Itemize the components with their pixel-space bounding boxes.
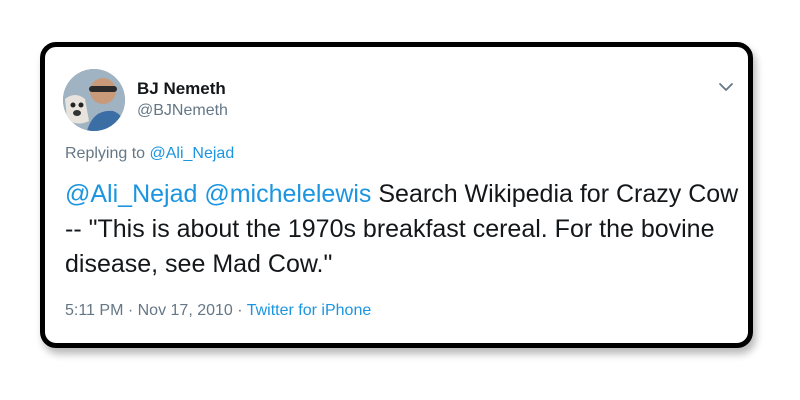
mention-link-1[interactable]: @Ali_Nejad <box>65 180 197 208</box>
timestamp-link[interactable]: 5:11 PM · Nov 17, 2010 <box>65 302 233 319</box>
avatar-image <box>63 69 125 131</box>
tweet-text: @Ali_Nejad @michelelewis Search Wikipedi… <box>65 177 745 282</box>
tweet-card[interactable]: BJ Nemeth @BJNemeth Replying to @Ali_Nej… <box>40 42 753 348</box>
tweet-meta: 5:11 PM · Nov 17, 2010 · Twitter for iPh… <box>65 302 371 320</box>
source-link[interactable]: Twitter for iPhone <box>247 302 372 319</box>
replying-to: Replying to @Ali_Nejad <box>65 145 234 163</box>
chevron-down-icon[interactable] <box>718 81 734 93</box>
replying-prefix: Replying to <box>65 145 150 162</box>
mention-link-2[interactable]: @michelelewis <box>204 180 371 208</box>
author-name[interactable]: BJ Nemeth <box>137 79 226 99</box>
meta-separator: · <box>232 302 247 319</box>
replying-handle-link[interactable]: @Ali_Nejad <box>150 145 235 162</box>
avatar[interactable] <box>63 69 125 131</box>
author-handle[interactable]: @BJNemeth <box>137 102 228 120</box>
